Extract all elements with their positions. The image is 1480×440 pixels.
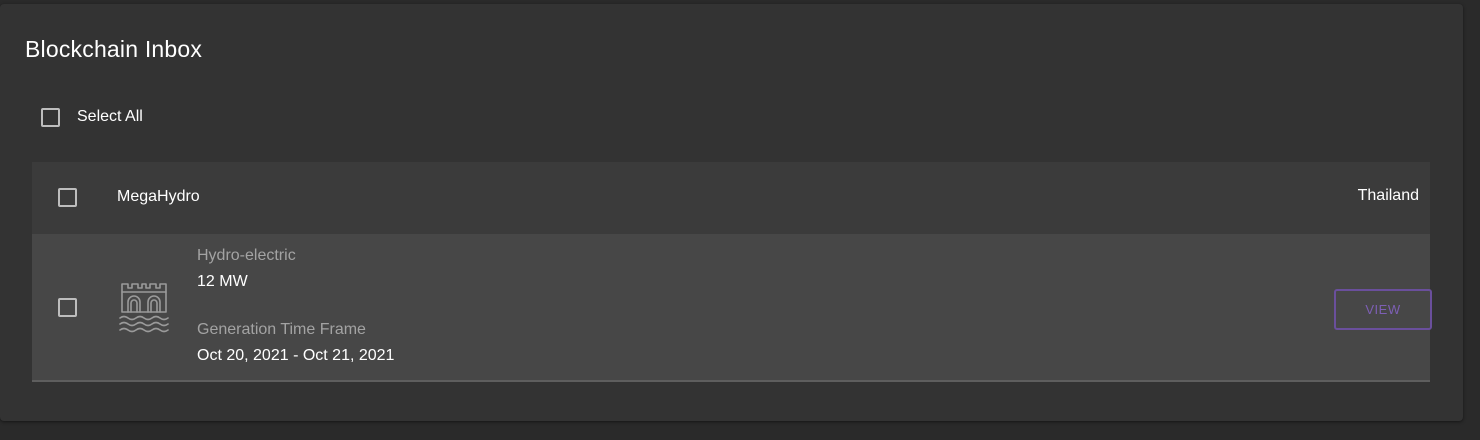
blockchain-inbox-panel: Blockchain Inbox Select All MegaHydro Th… — [0, 4, 1463, 421]
capacity-value: 12 MW — [197, 273, 248, 290]
timeframe-value: Oct 20, 2021 - Oct 21, 2021 — [197, 347, 395, 364]
hydro-dam-icon — [116, 278, 172, 334]
group-header: MegaHydro Thailand — [32, 162, 1430, 234]
group-checkbox[interactable] — [58, 188, 77, 207]
group-country: Thailand — [1357, 187, 1419, 204]
view-button[interactable]: VIEW — [1334, 289, 1432, 330]
group-name: MegaHydro — [117, 188, 200, 205]
energy-type-label: Hydro-electric — [197, 247, 296, 264]
timeframe-label: Generation Time Frame — [197, 321, 366, 338]
select-all-checkbox[interactable] — [41, 108, 60, 127]
inbox-item-row: Hydro-electric 12 MW Generation Time Fra… — [32, 234, 1432, 382]
page-title: Blockchain Inbox — [25, 36, 203, 62]
item-checkbox[interactable] — [58, 298, 77, 317]
select-all-label[interactable]: Select All — [77, 108, 143, 126]
